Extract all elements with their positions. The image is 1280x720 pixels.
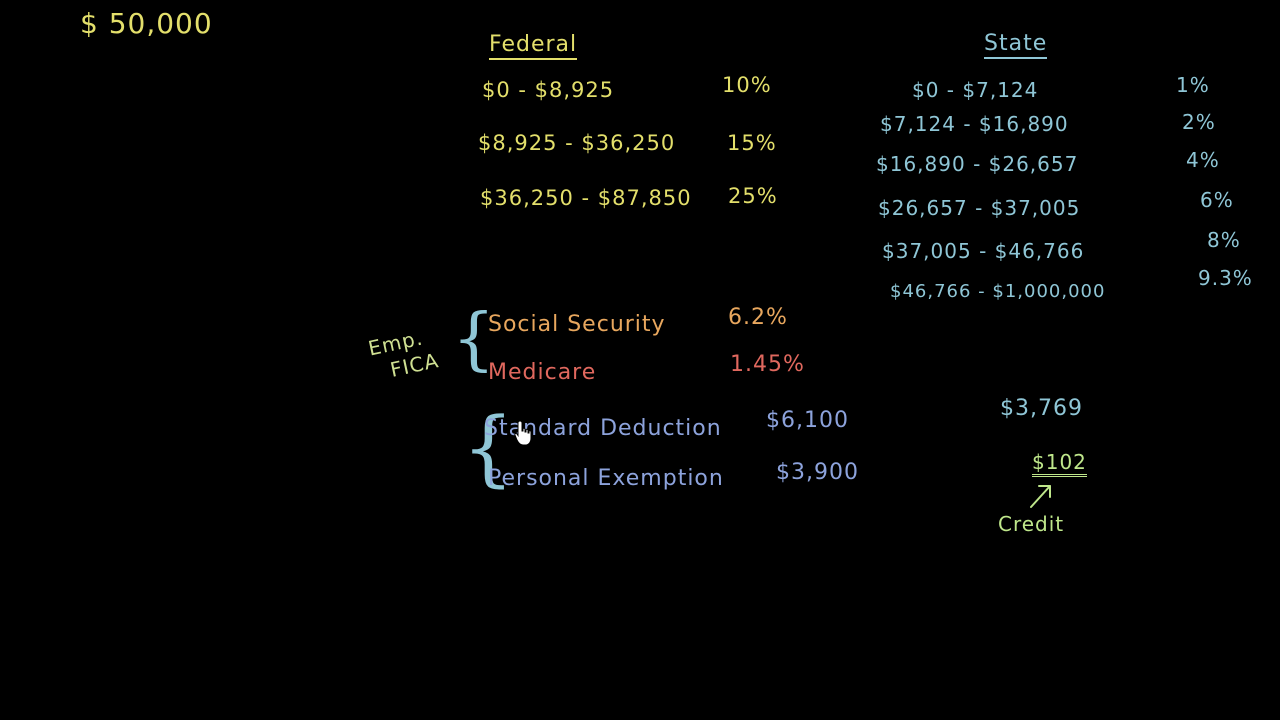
state-bracket-range: $37,005 - $46,766 — [882, 239, 1085, 263]
social-security-rate: 6.2% — [728, 305, 788, 330]
blackboard-canvas: { "colors": { "background": "#000000", "… — [0, 0, 1280, 720]
hand-pointer-icon — [514, 420, 532, 446]
social-security-label: Social Security — [488, 312, 666, 337]
state-bracket-rate: 4% — [1186, 148, 1220, 172]
medicare-rate: 1.45% — [730, 352, 805, 377]
federal-heading: Federal — [489, 34, 578, 60]
arrow-up-right-icon — [1030, 485, 1051, 508]
credit-amount: $102 — [1032, 452, 1087, 477]
federal-bracket-rate: 10% — [722, 73, 772, 97]
personal-exemption-label: Personal Exemption — [488, 466, 724, 491]
federal-bracket-range: $0 - $8,925 — [482, 78, 615, 102]
state-bracket-rate: 2% — [1182, 110, 1216, 134]
standard-deduction-amount: $6,100 — [766, 408, 849, 433]
state-bracket-range: $46,766 - $1,000,000 — [890, 281, 1106, 302]
state-bracket-range: $16,890 - $26,657 — [876, 152, 1079, 176]
federal-bracket-range: $36,250 - $87,850 — [480, 186, 692, 210]
state-bracket-rate: 6% — [1200, 188, 1234, 212]
credit-label: Credit — [998, 512, 1065, 536]
federal-bracket-rate: 15% — [727, 131, 777, 155]
personal-exemption-amount: $3,900 — [776, 460, 859, 485]
state-bracket-rate: 9.3% — [1198, 266, 1253, 290]
medicare-label: Medicare — [488, 360, 597, 385]
federal-bracket-rate: 25% — [728, 184, 778, 208]
federal-bracket-range: $8,925 - $36,250 — [478, 131, 676, 155]
state-bracket-range: $26,657 - $37,005 — [878, 196, 1081, 220]
state-heading: State — [984, 33, 1048, 59]
state-bracket-range: $0 - $7,124 — [912, 78, 1039, 102]
state-bracket-range: $7,124 - $16,890 — [880, 112, 1069, 136]
income-amount: $ 50,000 — [80, 7, 213, 40]
state-tax-total: $3,769 — [1000, 396, 1083, 421]
state-bracket-rate: 1% — [1176, 73, 1210, 97]
state-bracket-rate: 8% — [1207, 228, 1241, 252]
